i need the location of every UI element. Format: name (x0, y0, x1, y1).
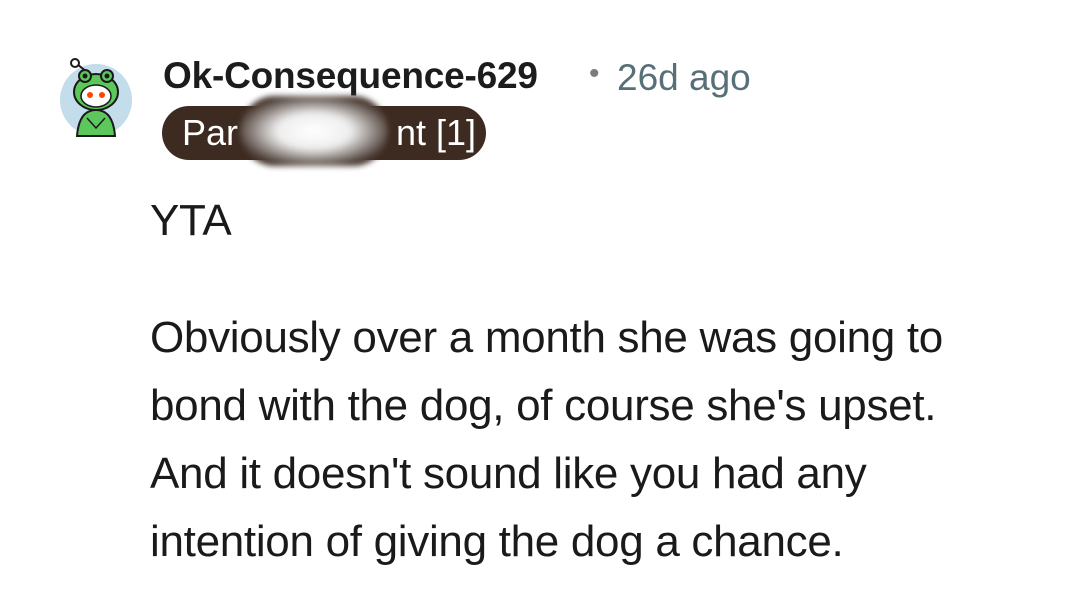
username-link[interactable]: Ok-Consequence-629 (163, 55, 538, 97)
comment: Ok-Consequence-629 • 26d ago Par nt [1] … (0, 0, 1080, 606)
avatar-icon[interactable] (57, 58, 135, 138)
comment-line-4: intention of giving the dog a chance. (150, 517, 844, 566)
comment-verdict: YTA (150, 196, 232, 245)
comment-line-2: bond with the dog, of course she's upset… (150, 381, 937, 430)
timestamp[interactable]: 26d ago (617, 57, 751, 99)
flair-label-end: nt [1] (396, 112, 477, 153)
separator-dot: • (589, 57, 600, 90)
comment-line-3: And it doesn't sound like you had any (150, 449, 867, 498)
flair-label-start: Par (182, 112, 239, 153)
comment-line-1: Obviously over a month she was going to (150, 313, 943, 362)
redaction-blur (240, 96, 388, 166)
